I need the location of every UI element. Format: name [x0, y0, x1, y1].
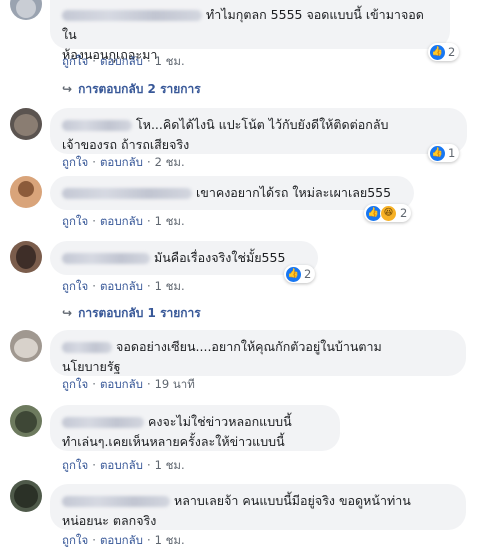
commenter-name[interactable]: [62, 342, 112, 353]
reaction-count[interactable]: 👍 2: [284, 265, 316, 283]
comment-actions: ถูกใจ · ตอบกลับ · 1 ชม.: [62, 214, 185, 228]
reply-link[interactable]: ตอบกลับ: [100, 54, 143, 68]
comment-actions: ถูกใจ · ตอบกลับ · 1 ชม.: [62, 279, 185, 293]
reply-link[interactable]: ตอบกลับ: [100, 155, 143, 169]
like-link[interactable]: ถูกใจ: [62, 377, 88, 391]
commenter-name[interactable]: [62, 188, 192, 199]
timestamp[interactable]: 1 ชม.: [155, 279, 185, 293]
like-link[interactable]: ถูกใจ: [62, 458, 88, 472]
timestamp[interactable]: 19 นาที: [155, 377, 195, 391]
reply-link[interactable]: ตอบกลับ: [100, 533, 143, 547]
comment-bubble: มันคือเรื่องจริงใช่มั้ย555: [50, 241, 318, 275]
comment-actions: ถูกใจ · ตอบกลับ · 19 นาที: [62, 377, 195, 391]
commenter-name[interactable]: [62, 417, 144, 428]
timestamp[interactable]: 1 ชม.: [155, 458, 185, 472]
comment-text: มันคือเรื่องจริงใช่มั้ย555: [154, 250, 286, 265]
timestamp[interactable]: 1 ชม.: [155, 533, 185, 547]
like-link[interactable]: ถูกใจ: [62, 214, 88, 228]
comment-bubble: หลาบเลยจ้า คนแบบนี้มีอยู่จริง ขอดูหน้าท่…: [50, 484, 466, 530]
reply-arrow-icon: ↪: [62, 82, 73, 96]
view-replies-link[interactable]: ↪ การตอบกลับ 1 รายการ: [62, 304, 201, 323]
avatar[interactable]: [10, 330, 42, 362]
comment-actions: ถูกใจ · ตอบกลับ · 1 ชม.: [62, 54, 185, 68]
avatar[interactable]: [10, 108, 42, 140]
reply-link[interactable]: ตอบกลับ: [100, 279, 143, 293]
like-link[interactable]: ถูกใจ: [62, 155, 88, 169]
comment-actions: ถูกใจ · ตอบกลับ · 1 ชม.: [62, 533, 185, 547]
avatar[interactable]: [10, 0, 42, 20]
comment-actions: ถูกใจ · ตอบกลับ · 1 ชม.: [62, 458, 185, 472]
like-icon: 👍: [286, 266, 301, 282]
reply-link[interactable]: ตอบกลับ: [100, 458, 143, 472]
commenter-name[interactable]: [62, 120, 132, 131]
commenter-name[interactable]: [62, 253, 150, 264]
comment-text: เขาคงอยากได้รถ ใหม่ละเผาเลย555: [196, 185, 392, 200]
comment-bubble: ทำไมกุตลก 5555 จอดแบบนี้ เข้ามาจอดใน ห้อ…: [50, 0, 450, 62]
comment-bubble: คงจะไม่ใช่ข่าวหลอกแบบนี้ ทำเล่นๆ.เคยเห็น…: [50, 405, 340, 451]
timestamp[interactable]: 1 ชม.: [155, 54, 185, 68]
avatar[interactable]: [10, 241, 42, 273]
like-icon: 👍: [430, 44, 445, 60]
comment-bubble: โห...คิดได้ไงนิ แปะโน้ต ไว้กับยังดีให้ติ…: [50, 108, 467, 154]
avatar[interactable]: [10, 405, 42, 437]
view-replies-link[interactable]: ↪ การตอบกลับ 2 รายการ: [62, 80, 201, 99]
comment-actions: ถูกใจ · ตอบกลับ · 2 ชม.: [62, 155, 185, 169]
like-link[interactable]: ถูกใจ: [62, 279, 88, 293]
reaction-count[interactable]: 👍 2: [428, 43, 460, 61]
reply-arrow-icon: ↪: [62, 306, 73, 320]
like-link[interactable]: ถูกใจ: [62, 533, 88, 547]
timestamp[interactable]: 1 ชม.: [155, 214, 185, 228]
like-icon: 👍: [430, 145, 445, 161]
commenter-name[interactable]: [62, 10, 202, 21]
reply-link[interactable]: ตอบกลับ: [100, 214, 143, 228]
reaction-count[interactable]: 👍 1: [428, 144, 460, 162]
comment-bubble: จอดอย่างเซียน....อยากให้คุณกักตัวอยู่ในบ…: [50, 330, 466, 376]
like-link[interactable]: ถูกใจ: [62, 54, 88, 68]
haha-icon: 😆: [380, 204, 397, 222]
avatar[interactable]: [10, 176, 42, 208]
reply-link[interactable]: ตอบกลับ: [100, 377, 143, 391]
commenter-name[interactable]: [62, 496, 170, 507]
avatar[interactable]: [10, 480, 42, 512]
reaction-count[interactable]: 👍 😆 2: [364, 204, 412, 222]
comment-bubble: เขาคงอยากได้รถ ใหม่ละเผาเลย555: [50, 176, 414, 210]
timestamp[interactable]: 2 ชม.: [155, 155, 185, 169]
like-icon: 👍: [366, 205, 381, 221]
